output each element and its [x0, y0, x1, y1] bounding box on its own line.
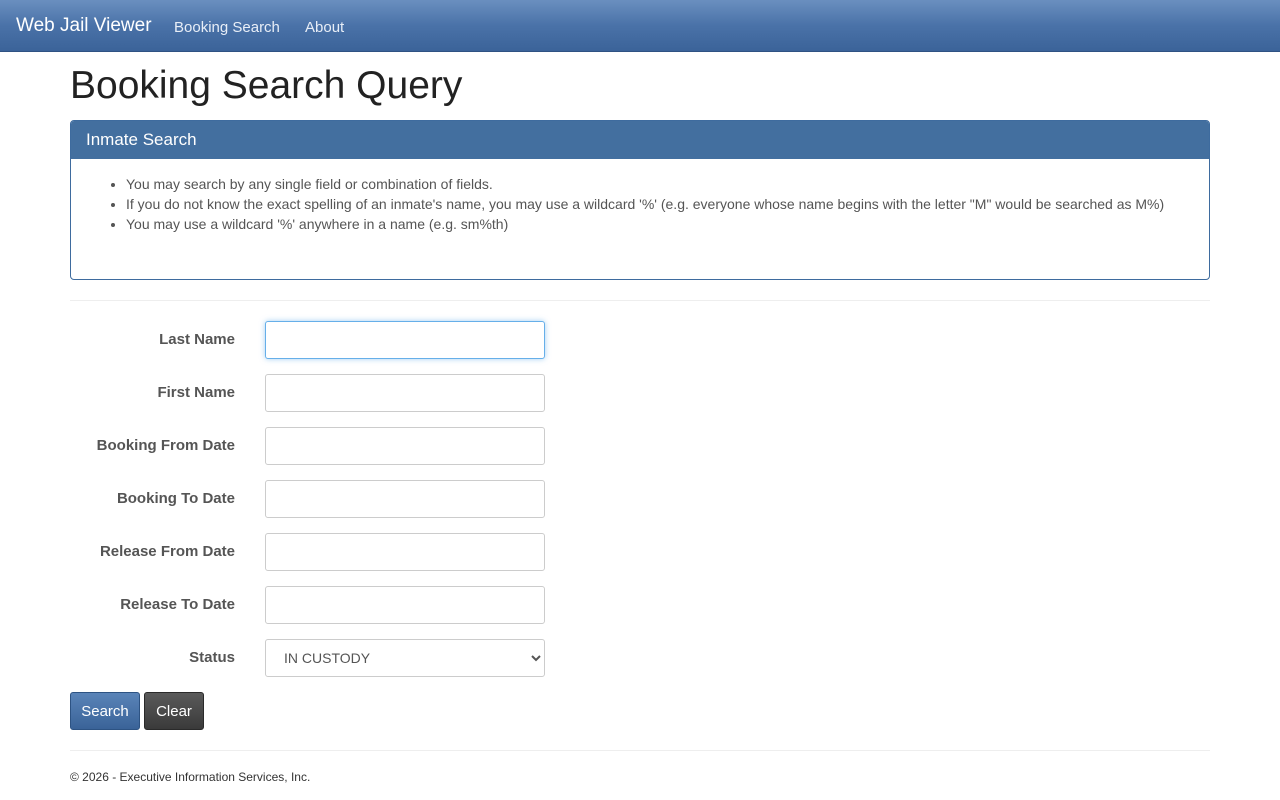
release-from-date-label: Release From Date	[99, 543, 235, 560]
first-name-label: First Name	[157, 384, 235, 401]
first-name-row: First Name	[70, 374, 550, 412]
search-tip: You may use a wildcard '%' anywhere in a…	[126, 214, 1189, 234]
search-tip: If you do not know the exact spelling of…	[126, 194, 1189, 214]
footer-copyright: © 2026 - Executive Information Services,…	[70, 770, 311, 784]
last-name-input[interactable]	[265, 321, 545, 359]
search-tip: You may search by any single field or co…	[126, 174, 1189, 194]
booking-to-date-input[interactable]	[265, 480, 545, 518]
first-name-input[interactable]	[265, 374, 545, 412]
release-to-date-input[interactable]	[265, 586, 545, 624]
top-navbar: Web Jail Viewer Booking Search About	[0, 0, 1280, 52]
form-divider-top	[70, 300, 1210, 301]
page-title: Booking Search Query	[70, 64, 463, 107]
release-to-date-label: Release To Date	[120, 596, 235, 613]
release-to-date-row: Release To Date	[70, 586, 550, 624]
release-from-date-row: Release From Date	[70, 533, 550, 571]
last-name-label: Last Name	[159, 331, 235, 348]
booking-from-date-label: Booking From Date	[96, 437, 235, 454]
brand-link[interactable]: Web Jail Viewer	[16, 15, 152, 37]
booking-to-date-row: Booking To Date	[70, 480, 550, 518]
clear-button[interactable]: Clear	[144, 692, 204, 730]
booking-from-date-input[interactable]	[265, 427, 545, 465]
booking-from-date-row: Booking From Date	[70, 427, 550, 465]
nav-link-about[interactable]: About	[305, 19, 344, 36]
status-select[interactable]: IN CUSTODY	[265, 639, 545, 677]
release-from-date-input[interactable]	[265, 533, 545, 571]
status-row: Status IN CUSTODY	[70, 639, 550, 677]
status-label: Status	[189, 649, 235, 666]
search-tips-list: You may search by any single field or co…	[71, 159, 1209, 234]
inmate-search-panel: Inmate Search You may search by any sing…	[70, 120, 1210, 280]
panel-body: You may search by any single field or co…	[71, 159, 1209, 234]
nav-link-booking-search[interactable]: Booking Search	[174, 19, 280, 36]
last-name-row: Last Name	[70, 321, 550, 359]
footer-divider	[70, 750, 1210, 751]
search-button[interactable]: Search	[70, 692, 140, 730]
booking-to-date-label: Booking To Date	[116, 490, 235, 507]
panel-heading: Inmate Search	[71, 121, 1209, 159]
